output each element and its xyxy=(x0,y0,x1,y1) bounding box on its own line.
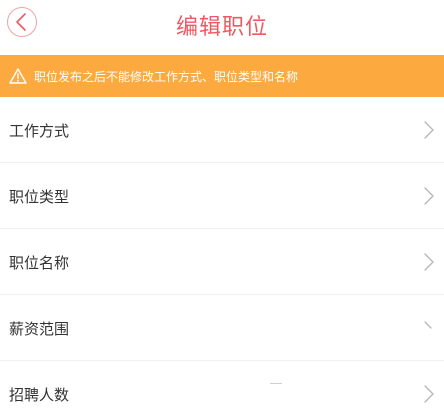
headcount-row[interactable]: 招聘人数 xyxy=(0,361,444,409)
salary-range-label: 薪资范围 xyxy=(9,320,70,338)
chevron-right-icon xyxy=(424,253,434,271)
header: 编辑职位 xyxy=(0,0,444,52)
divider-mark xyxy=(270,383,282,384)
chevron-right-icon xyxy=(424,321,432,329)
chevron-right-icon xyxy=(424,385,434,403)
chevron-right-icon xyxy=(424,121,434,139)
warning-banner: 职位发布之后不能修改工作方式、职位类型和名称 xyxy=(0,55,444,97)
chevron-right-icon xyxy=(424,187,434,205)
job-type-row[interactable]: 职位类型 xyxy=(0,163,444,229)
work-mode-row[interactable]: 工作方式 xyxy=(0,97,444,163)
page-title: 编辑职位 xyxy=(175,15,268,40)
work-mode-label: 工作方式 xyxy=(9,122,70,140)
headcount-label: 招聘人数 xyxy=(9,386,70,404)
salary-range-row[interactable]: 薪资范围 xyxy=(0,295,444,361)
job-name-row[interactable]: 职位名称 xyxy=(0,229,444,295)
job-name-label: 职位名称 xyxy=(9,254,70,272)
warning-text: 职位发布之后不能修改工作方式、职位类型和名称 xyxy=(34,70,299,84)
warning-triangle-icon xyxy=(9,68,27,84)
screen: 编辑职位 职位发布之后不能修改工作方式、职位类型和名称 工作方式 职位类型 职位… xyxy=(0,0,444,409)
form-list: 工作方式 职位类型 职位名称 薪资范围 招聘人数 xyxy=(0,97,444,409)
job-type-label: 职位类型 xyxy=(9,188,70,206)
